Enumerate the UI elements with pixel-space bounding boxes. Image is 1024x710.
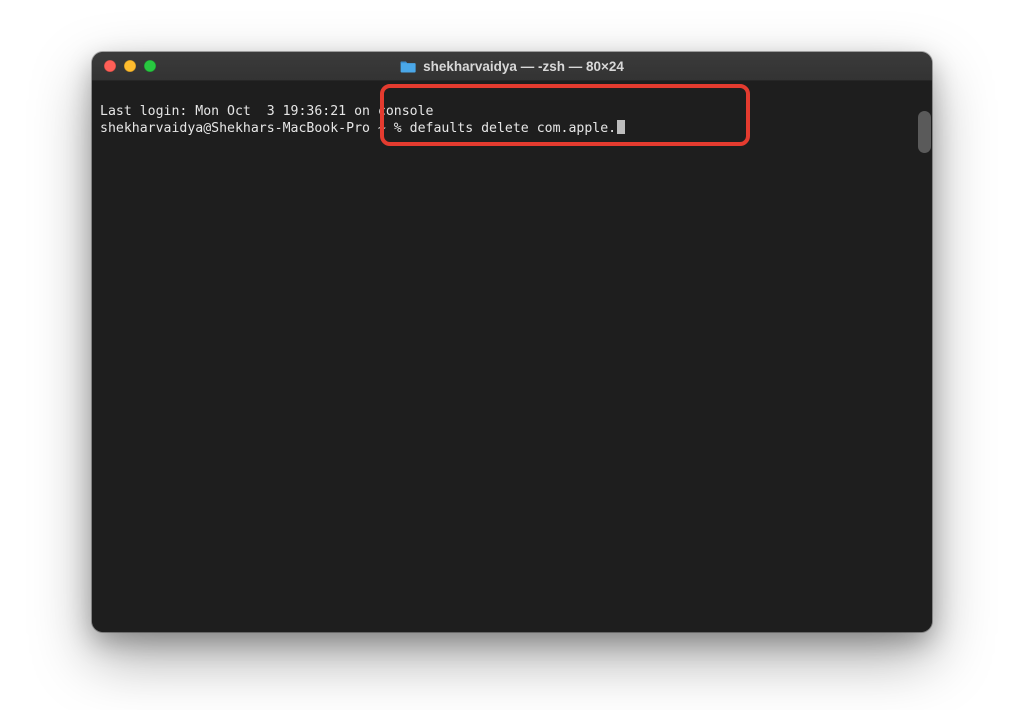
cursor-block [617,120,625,134]
folder-icon [400,60,416,73]
window-controls [92,60,156,72]
titlebar[interactable]: shekharvaidya — -zsh — 80×24 [92,52,932,81]
zoom-icon[interactable] [144,60,156,72]
typed-command: defaults delete com.apple. [410,121,616,136]
close-icon[interactable] [104,60,116,72]
window-title-group: shekharvaidya — -zsh — 80×24 [400,59,624,74]
prompt-line: shekharvaidya@Shekhars-MacBook-Pro ~ % d… [100,120,926,138]
scrollbar-thumb[interactable] [918,111,931,153]
shell-prompt: shekharvaidya@Shekhars-MacBook-Pro ~ % [100,121,410,136]
minimize-icon[interactable] [124,60,136,72]
terminal-window: shekharvaidya — -zsh — 80×24 Last login:… [92,52,932,632]
last-login-line: Last login: Mon Oct 3 19:36:21 on consol… [100,103,926,121]
window-title: shekharvaidya — -zsh — 80×24 [423,59,624,74]
terminal-body[interactable]: Last login: Mon Oct 3 19:36:21 on consol… [92,81,932,632]
